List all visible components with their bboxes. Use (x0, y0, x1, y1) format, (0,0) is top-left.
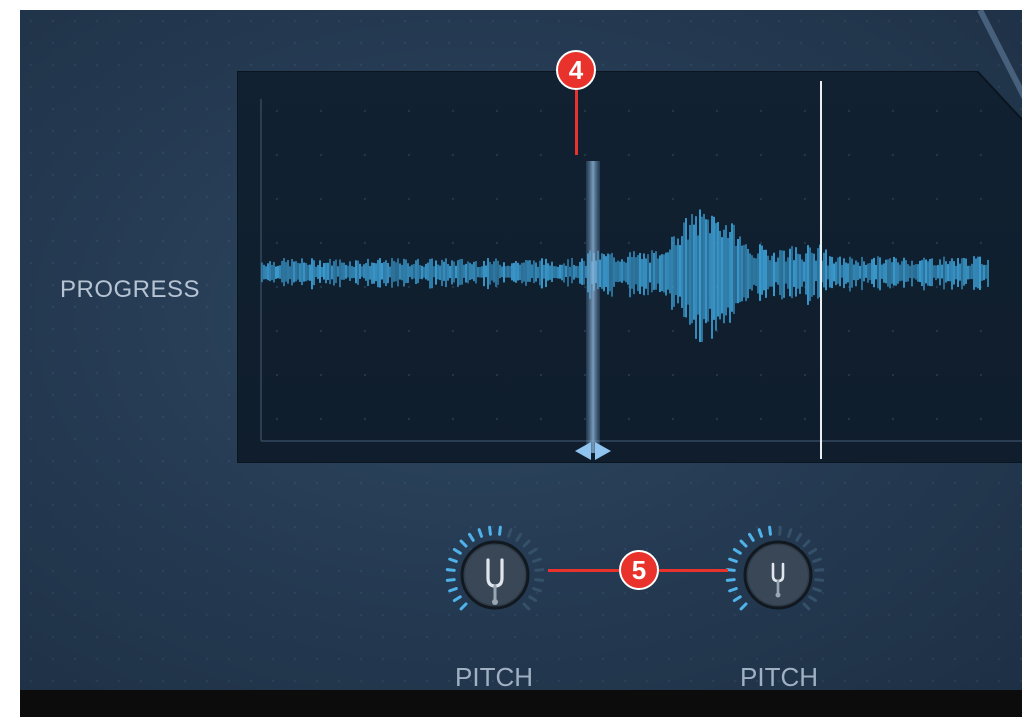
marker-4-line (575, 80, 578, 155)
app-window: PROGRESS PITCH PITCH 4 5 (20, 10, 1036, 690)
tuning-fork-icon (486, 558, 504, 605)
right-edge (1022, 0, 1036, 717)
waveform-panel[interactable] (237, 71, 1036, 463)
pitch-knob-left[interactable] (440, 520, 550, 630)
tuning-fork-icon (771, 562, 785, 598)
pitch-label-right: PITCH (740, 662, 818, 690)
playhead[interactable] (586, 161, 600, 453)
bottom-bar (20, 690, 1036, 717)
progress-label: PROGRESS (60, 276, 201, 303)
marker-4-badge: 4 (556, 50, 596, 90)
pitch-label-left: PITCH (455, 662, 533, 690)
pitch-knob-right[interactable] (720, 520, 830, 630)
marker-5-badge: 5 (619, 550, 659, 590)
waveform-display (237, 71, 1036, 463)
